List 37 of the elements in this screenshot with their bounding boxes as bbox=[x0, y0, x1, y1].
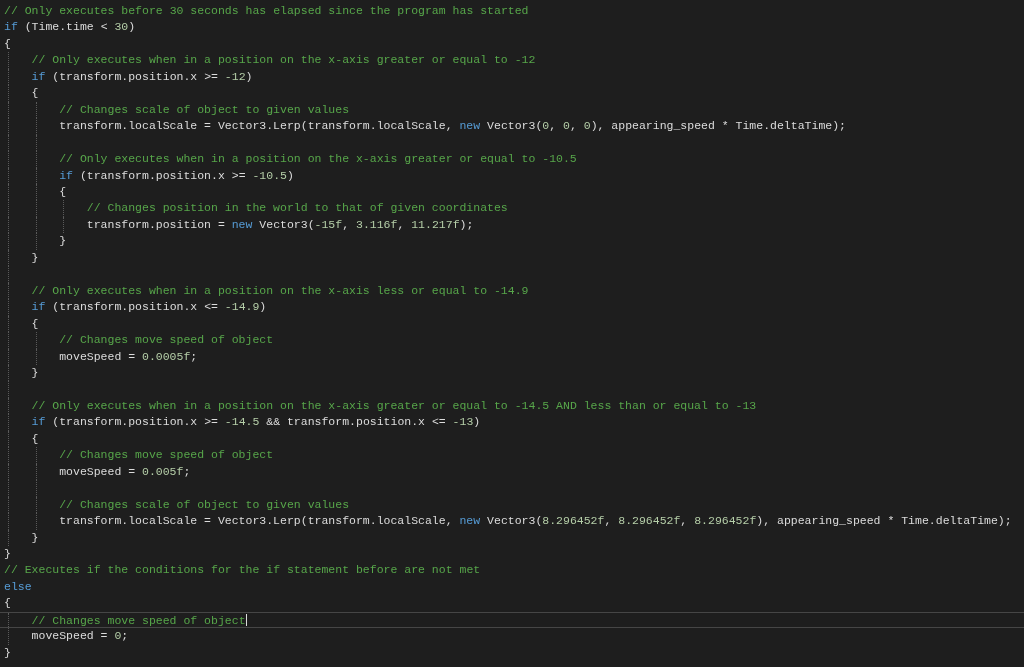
code-line: } bbox=[31, 364, 39, 381]
code-line: moveSpeed = 0.0005f; bbox=[59, 348, 198, 365]
code-line: // Executes if the conditions for the if statement before are not met bbox=[4, 562, 481, 579]
code-line: // Only executes before 30 seconds has elapsed since the program has started bbox=[4, 3, 529, 19]
code-line: moveSpeed = 0; bbox=[31, 628, 129, 645]
code-line: // Only executes when in a position on the x-axis greater or equal to -10.5 bbox=[59, 151, 577, 168]
code-line: transform.localScale = Vector3.Lerp(transform.localScale, new Vector3(8.296452f, 8.296452f, 8.296452f), appearing_speed * Time.deltaTime); bbox=[59, 513, 1012, 530]
code-line: else bbox=[4, 578, 32, 595]
code-line: } bbox=[4, 545, 11, 562]
code-line: { bbox=[31, 85, 39, 102]
code-line: // Only executes when in a position on the x-axis greater or equal to -14.5 AND less than or equal to -13 bbox=[31, 397, 757, 414]
code-line: { bbox=[31, 430, 39, 447]
code-line: // Changes position in the world to that of given coordinates bbox=[86, 200, 508, 217]
code-line: // Changes scale of object to given values bbox=[59, 101, 350, 118]
code-line: // Only executes when in a position on the x-axis less or equal to -14.9 bbox=[31, 282, 529, 299]
text-cursor bbox=[245, 613, 247, 627]
code-line: transform.position = new Vector3(-15f, 3.116f, 11.217f); bbox=[86, 216, 474, 233]
code-line: // Changes move speed of object bbox=[59, 332, 274, 349]
code-line: { bbox=[4, 595, 11, 612]
code-line: } bbox=[4, 644, 11, 661]
code-line: { bbox=[31, 315, 39, 332]
code-line: { bbox=[4, 35, 11, 52]
code-line: // Changes move speed of object bbox=[31, 612, 246, 628]
code-line: } bbox=[59, 233, 67, 250]
code-line: moveSpeed = 0.005f; bbox=[59, 463, 191, 480]
code-line: // Changes move speed of object bbox=[59, 447, 274, 464]
code-line: if (transform.position.x >= -14.5 && transform.position.x <= -13) bbox=[31, 414, 481, 431]
code-line: // Changes scale of object to given values bbox=[59, 496, 350, 513]
code-line: } bbox=[31, 249, 39, 266]
code-line: if (transform.position.x <= -14.9) bbox=[31, 299, 267, 316]
code-line: { bbox=[59, 184, 67, 200]
code-line: if (Time.time < 30) bbox=[4, 19, 136, 36]
code-line: transform.localScale = Vector3.Lerp(transform.localScale, new Vector3(0, 0, 0), appearing_speed * Time.deltaTime); bbox=[59, 118, 846, 135]
code-line: // Only executes when in a position on the x-axis greater or equal to -12 bbox=[31, 52, 536, 69]
code-line: } bbox=[31, 529, 39, 546]
code-line: if (transform.position.x >= -10.5) bbox=[59, 167, 294, 184]
code-line: if (transform.position.x >= -12) bbox=[31, 68, 253, 85]
